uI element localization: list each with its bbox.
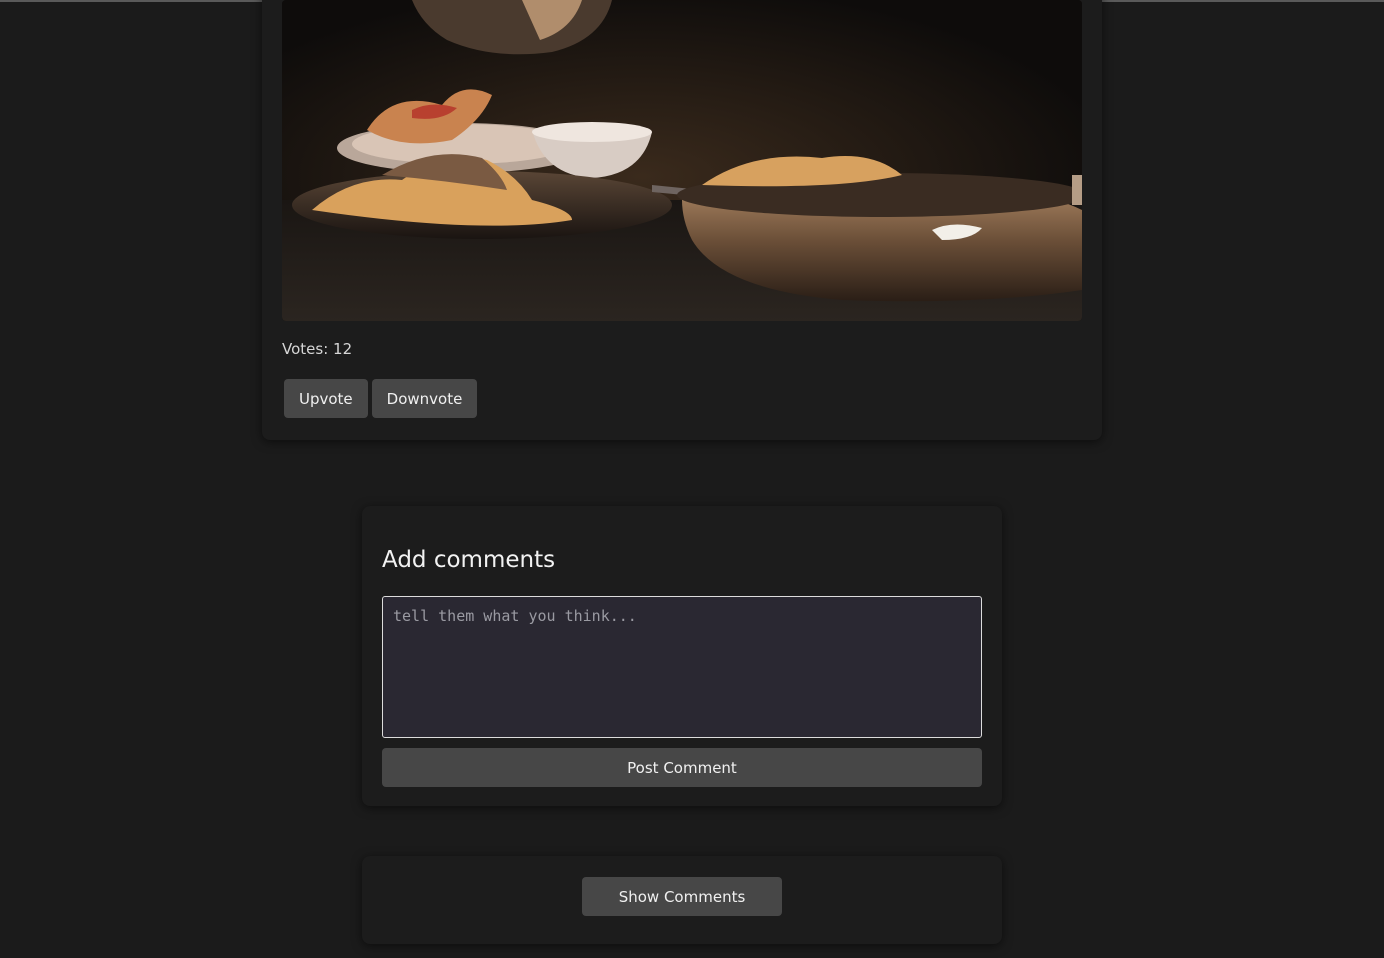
post-photo	[282, 0, 1082, 321]
upvote-button[interactable]: Upvote	[284, 379, 368, 418]
add-comment-card: Add comments Post Comment	[362, 506, 1002, 806]
show-comments-card: Show Comments	[362, 856, 1002, 944]
post-card: Votes: 12 Upvote Downvote	[262, 0, 1102, 440]
votes-count: Votes: 12	[282, 340, 353, 358]
comment-textarea[interactable]	[382, 596, 982, 738]
add-comments-heading: Add comments	[382, 547, 556, 573]
show-comments-button[interactable]: Show Comments	[582, 877, 782, 916]
vote-buttons: Upvote Downvote	[284, 379, 478, 418]
post-comment-button[interactable]: Post Comment	[382, 748, 982, 787]
downvote-button[interactable]: Downvote	[371, 379, 478, 418]
